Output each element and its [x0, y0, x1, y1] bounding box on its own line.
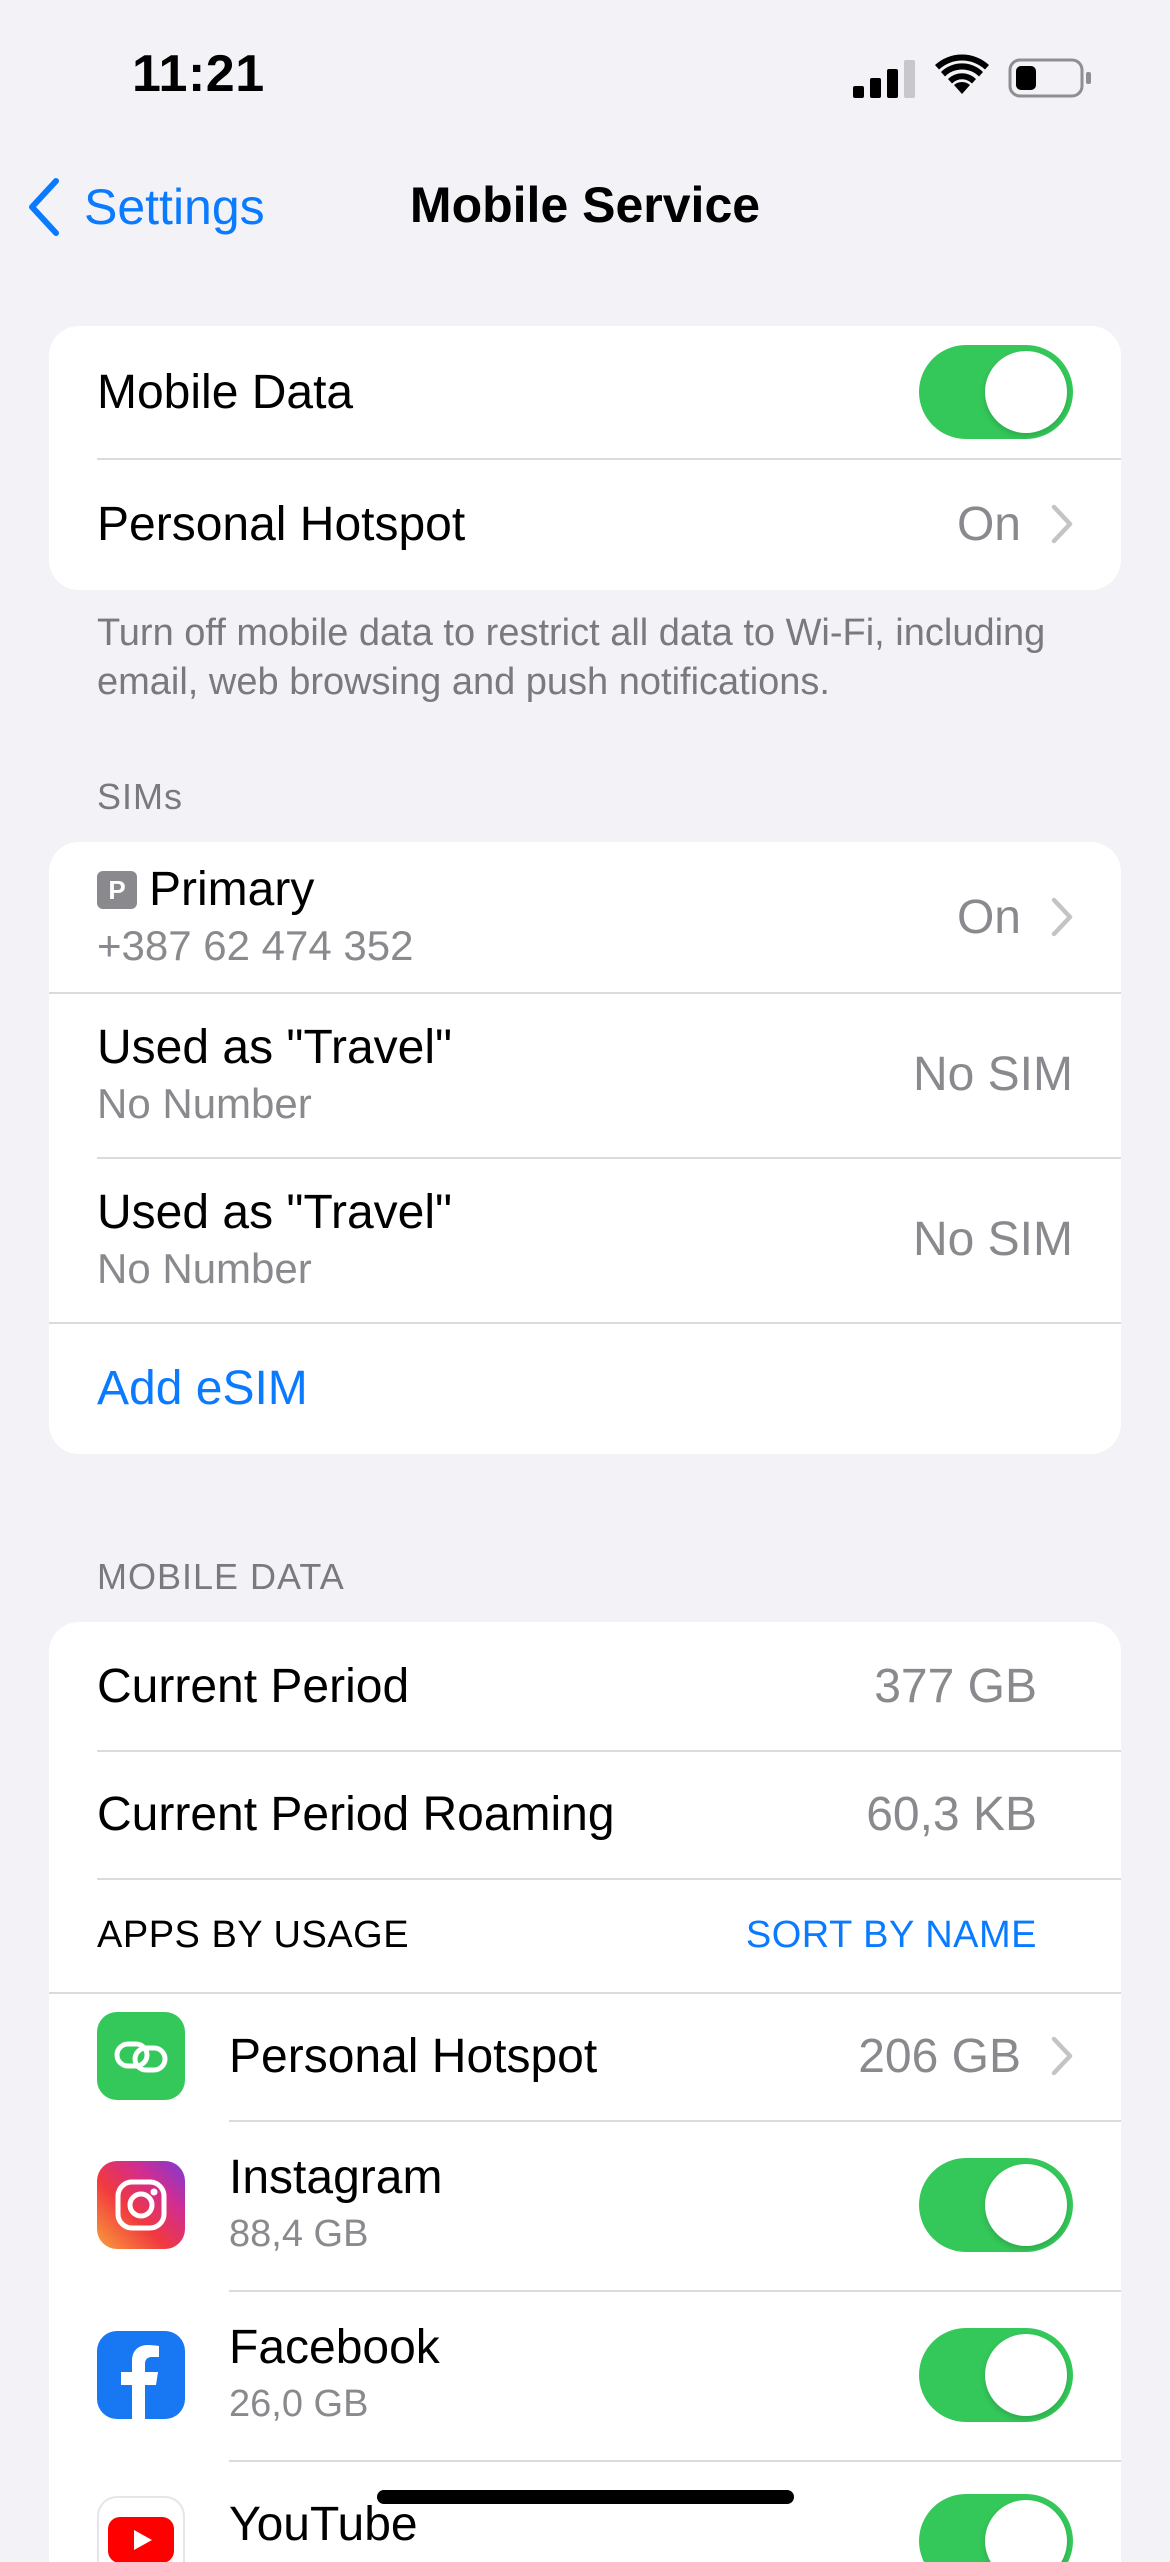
- apps-by-usage-header: APPS BY USAGE SORT BY NAME: [49, 1878, 1121, 1992]
- primary-badge: P: [97, 871, 137, 909]
- add-esim-button[interactable]: Add eSIM: [97, 1361, 308, 1416]
- app-name: Instagram: [229, 2151, 443, 2204]
- mobile-data-section-header: MOBILE DATA: [97, 1556, 345, 1597]
- current-period-row: Current Period 377 GB: [49, 1622, 1121, 1750]
- mobile-data-usage-group: Current Period 377 GB Current Period Roa…: [49, 1622, 1121, 2562]
- page-title: Mobile Service: [409, 177, 761, 233]
- home-indicator: [377, 2490, 794, 2504]
- app-row-personal-hotspot[interactable]: Personal Hotspot 206 GB: [49, 1992, 1121, 2120]
- chevron-right-icon: [1051, 897, 1073, 937]
- sim-title: Used as "Travel": [97, 1185, 453, 1239]
- sims-section-header: SIMs: [97, 776, 184, 817]
- facebook-data-toggle[interactable]: [919, 2328, 1073, 2422]
- instagram-data-toggle[interactable]: [919, 2158, 1073, 2252]
- personal-hotspot-label: Personal Hotspot: [97, 497, 466, 551]
- mobile-data-footer: Turn off mobile data to restrict all dat…: [97, 612, 1046, 703]
- personal-hotspot-value: On: [956, 497, 1021, 551]
- sim-row-travel-1[interactable]: Used as "Travel" No Number No SIM: [49, 992, 1121, 1157]
- add-esim-row[interactable]: Add eSIM: [49, 1322, 1121, 1454]
- wifi-icon: [935, 54, 989, 94]
- app-name: Facebook: [229, 2321, 440, 2374]
- app-row-instagram: Instagram 88,4 GB: [49, 2120, 1121, 2290]
- mobile-data-label: Mobile Data: [97, 365, 354, 419]
- sim-number: +387 62 474 352: [97, 922, 414, 969]
- personal-hotspot-icon: [97, 2012, 185, 2100]
- toggle-knob: [985, 2164, 1067, 2246]
- roaming-value: 60,3 KB: [866, 1787, 1037, 1841]
- current-period-label: Current Period: [97, 1659, 410, 1713]
- status-time: 11:21: [132, 45, 265, 103]
- facebook-icon: [97, 2331, 185, 2419]
- status-bar: 11:21: [0, 0, 1170, 150]
- battery-icon: [1008, 58, 1091, 98]
- sim-status: No SIM: [912, 1213, 1073, 1266]
- instagram-icon: [97, 2161, 185, 2249]
- chevron-right-icon: [1051, 2036, 1073, 2076]
- current-period-value: 377 GB: [874, 1659, 1037, 1713]
- app-usage: 26,0 GB: [229, 2383, 369, 2425]
- app-usage: 206 GB: [858, 2029, 1021, 2083]
- sim-number: No Number: [97, 1244, 312, 1292]
- apps-by-usage-label: APPS BY USAGE: [97, 1913, 410, 1956]
- sim-row-primary[interactable]: P Primary +387 62 474 352 On: [49, 842, 1121, 992]
- youtube-icon: [97, 2496, 185, 2562]
- cellular-signal-icon: [853, 60, 915, 98]
- toggle-knob: [985, 2500, 1067, 2562]
- sim-status: On: [956, 890, 1021, 944]
- app-name: Personal Hotspot: [229, 2029, 598, 2083]
- chevron-right-icon: [1051, 504, 1073, 544]
- personal-hotspot-row[interactable]: Personal Hotspot On: [49, 458, 1121, 590]
- sims-group: P Primary +387 62 474 352 On Used as "Tra…: [49, 842, 1121, 1454]
- roaming-row: Current Period Roaming 60,3 KB: [49, 1750, 1121, 1878]
- sim-status: No SIM: [912, 1048, 1073, 1101]
- mobile-data-group: Mobile Data Personal Hotspot On: [49, 326, 1121, 590]
- app-name: YouTube: [229, 2498, 418, 2551]
- sim-number: No Number: [97, 1079, 312, 1127]
- sim-row-travel-2[interactable]: Used as "Travel" No Number No SIM: [49, 1157, 1121, 1322]
- mobile-data-toggle[interactable]: [919, 345, 1073, 439]
- sort-by-name-button[interactable]: SORT BY NAME: [746, 1914, 1037, 1957]
- toggle-knob: [985, 351, 1067, 433]
- sim-title: Primary: [149, 863, 315, 916]
- app-row-facebook: Facebook 26,0 GB: [49, 2290, 1121, 2460]
- app-usage: 88,4 GB: [229, 2213, 369, 2255]
- sim-title: Used as "Travel": [97, 1020, 453, 1074]
- youtube-data-toggle[interactable]: [919, 2494, 1073, 2562]
- mobile-data-row: Mobile Data: [49, 326, 1121, 458]
- app-row-youtube: YouTube: [49, 2460, 1121, 2562]
- roaming-label: Current Period Roaming: [97, 1787, 615, 1841]
- toggle-knob: [985, 2334, 1067, 2416]
